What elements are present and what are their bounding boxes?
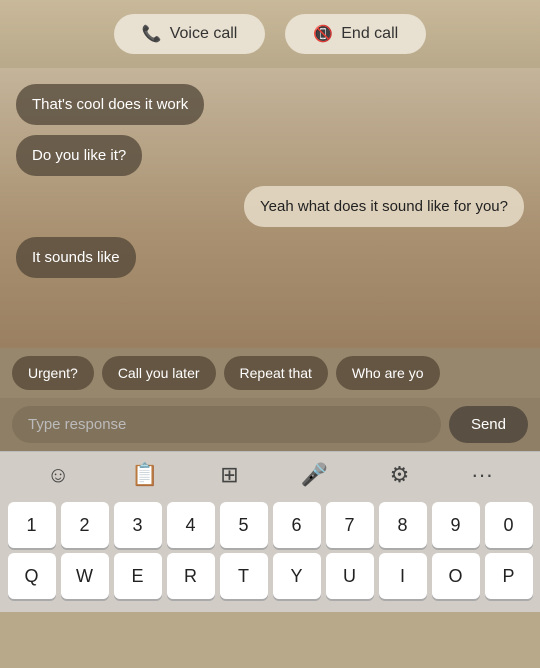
key-Q[interactable]: Q (8, 553, 56, 599)
quick-reply-button[interactable]: Urgent? (12, 356, 94, 390)
phone-icon: 📞 (142, 24, 162, 44)
message-input[interactable] (12, 406, 441, 443)
key-0[interactable]: 0 (485, 502, 533, 548)
header: 📞 Voice call 📵 End call (0, 0, 540, 68)
key-8[interactable]: 8 (379, 502, 427, 548)
chat-bubble: Yeah what does it sound like for you? (244, 186, 524, 227)
message-row: Do you like it? (16, 135, 524, 176)
key-O[interactable]: O (432, 553, 480, 599)
key-3[interactable]: 3 (114, 502, 162, 548)
key-T[interactable]: T (220, 553, 268, 599)
microphone-icon[interactable]: 🎤 (300, 462, 327, 488)
key-U[interactable]: U (326, 553, 374, 599)
end-call-button[interactable]: 📵 End call (285, 14, 426, 54)
key-I[interactable]: I (379, 553, 427, 599)
emoji-icon[interactable]: ☺ (47, 462, 69, 488)
settings-icon[interactable]: ⚙ (390, 462, 410, 488)
chat-bubble: It sounds like (16, 237, 136, 278)
chat-area: That's cool does it work Do you like it? Y… (0, 68, 540, 348)
clipboard-icon[interactable]: 📋 (131, 462, 158, 488)
chat-bubble: That's cool does it work (16, 84, 204, 125)
key-2[interactable]: 2 (61, 502, 109, 548)
message-row: That's cool does it work (16, 84, 524, 125)
send-button[interactable]: Send (449, 406, 528, 443)
chat-bubble: Do you like it? (16, 135, 142, 176)
key-W[interactable]: W (61, 553, 109, 599)
key-1[interactable]: 1 (8, 502, 56, 548)
key-4[interactable]: 4 (167, 502, 215, 548)
quick-reply-button[interactable]: Who are yo (336, 356, 440, 390)
voice-call-button[interactable]: 📞 Voice call (114, 14, 266, 54)
key-7[interactable]: 7 (326, 502, 374, 548)
key-9[interactable]: 9 (432, 502, 480, 548)
top-letter-row: QWERTYUIOP (4, 553, 536, 599)
end-call-label: End call (341, 25, 398, 43)
more-icon[interactable]: ··· (471, 462, 493, 488)
grid-icon[interactable]: ⊞ (220, 462, 238, 488)
number-row: 1234567890 (4, 502, 536, 548)
quick-reply-button[interactable]: Call you later (102, 356, 216, 390)
key-6[interactable]: 6 (273, 502, 321, 548)
key-5[interactable]: 5 (220, 502, 268, 548)
keyboard: 1234567890 QWERTYUIOP (0, 498, 540, 612)
key-Y[interactable]: Y (273, 553, 321, 599)
voice-call-label: Voice call (170, 25, 238, 43)
key-R[interactable]: R (167, 553, 215, 599)
end-phone-icon: 📵 (313, 24, 333, 44)
quick-replies-bar: Urgent?Call you laterRepeat thatWho are … (0, 348, 540, 398)
quick-reply-button[interactable]: Repeat that (224, 356, 328, 390)
input-area: Send (0, 398, 540, 451)
message-row: It sounds like (16, 237, 524, 278)
message-row: Yeah what does it sound like for you? (16, 186, 524, 227)
key-E[interactable]: E (114, 553, 162, 599)
key-P[interactable]: P (485, 553, 533, 599)
keyboard-toolbar: ☺ 📋 ⊞ 🎤 ⚙ ··· (0, 451, 540, 498)
